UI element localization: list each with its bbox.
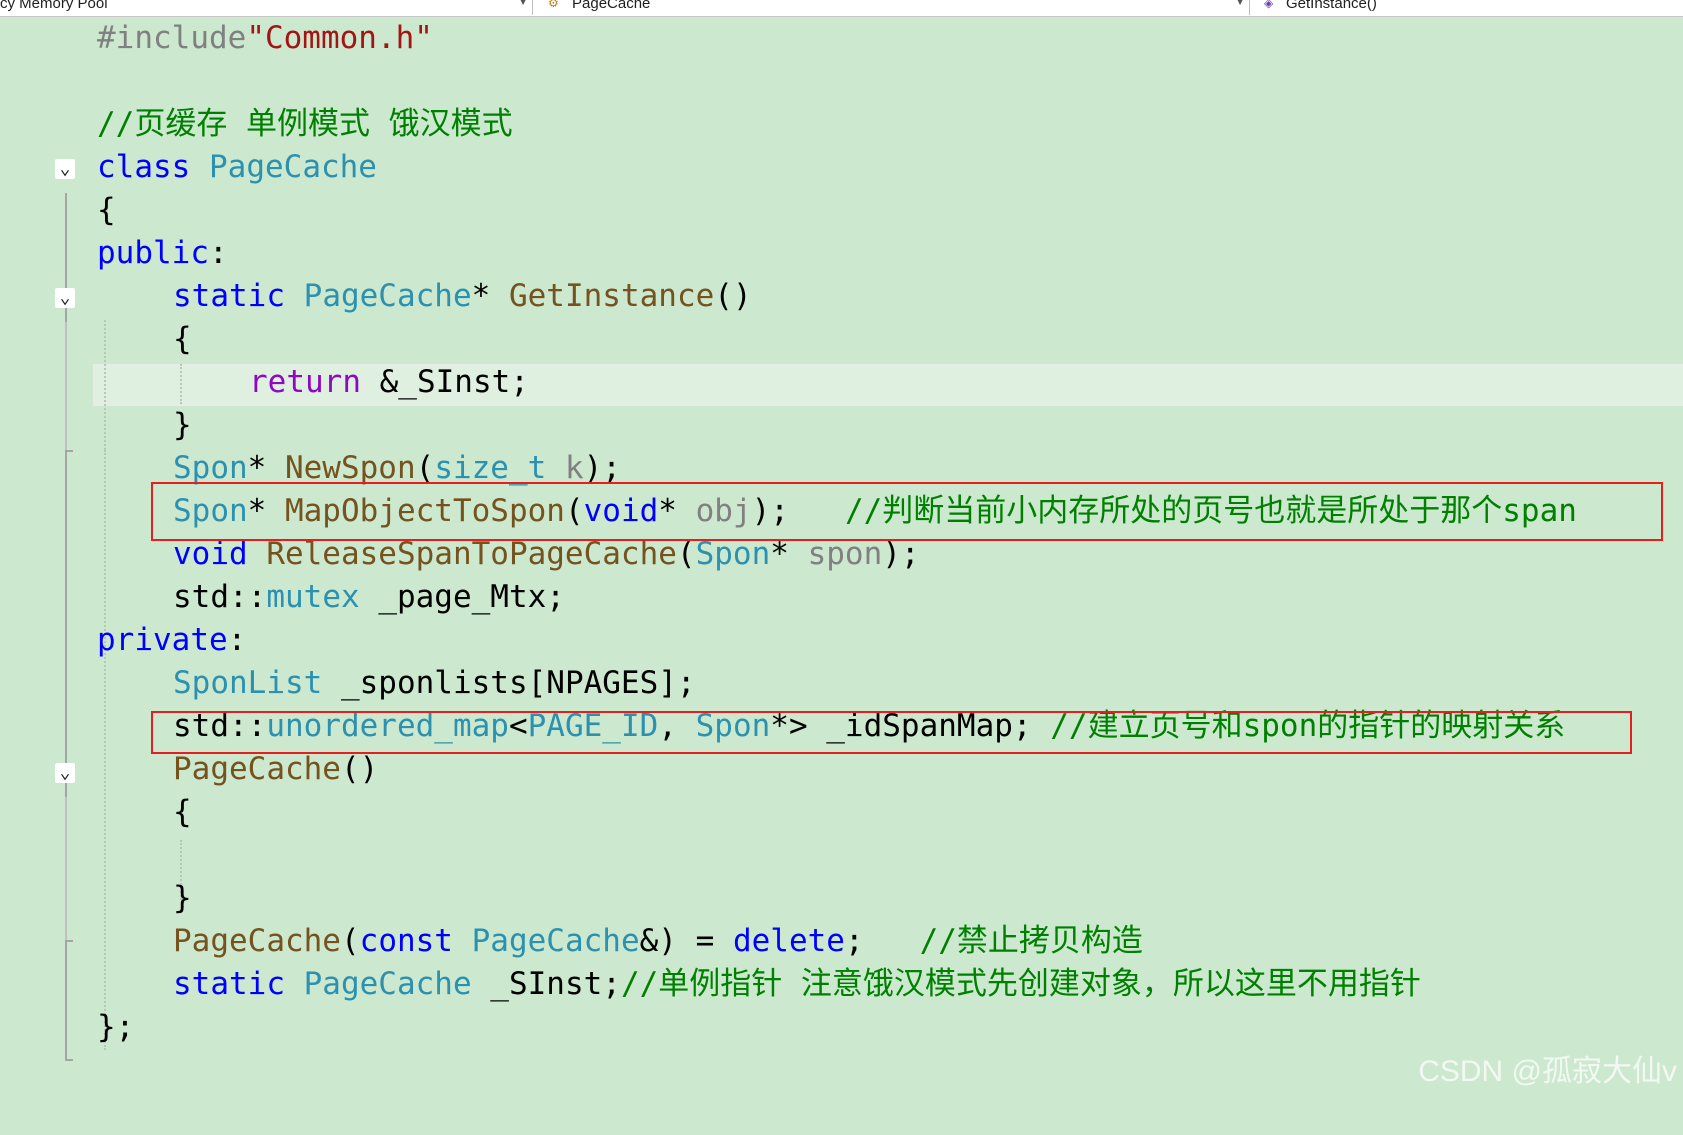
punct-token: { <box>173 794 192 830</box>
punct-token: } <box>173 880 192 916</box>
code-line: public: <box>0 232 1683 275</box>
punct-token: () <box>714 278 752 314</box>
code-token: _page_Mtx; <box>359 579 565 615</box>
punct-token: () <box>340 751 379 787</box>
project-dropdown-label: cy Memory Pool <box>0 0 108 12</box>
type-token: mutex <box>266 579 360 615</box>
punct-token: : <box>208 235 228 271</box>
punct-token: ; <box>844 923 920 959</box>
type-token: PageCache <box>209 149 377 185</box>
comment-token: //禁止拷贝构造 <box>919 923 1143 959</box>
keyword-token: public <box>97 235 209 271</box>
class-icon: ⚙ <box>548 0 559 10</box>
namespace-token: std:: <box>173 579 267 615</box>
keyword-token: static <box>173 966 285 1002</box>
watermark: CSDN @孤寂大仙v <box>1418 1055 1677 1088</box>
param-token: k <box>546 450 584 486</box>
method-icon: ◈ <box>1264 0 1274 10</box>
type-token: SponList <box>173 665 323 701</box>
code-line: std::mutex _page_Mtx; <box>0 576 1683 619</box>
code-line: //页缓存 单例模式 饿汉模式 <box>0 103 1683 146</box>
punct-token: * <box>770 536 808 572</box>
keyword-token: const <box>359 923 453 959</box>
code-editor[interactable]: ⌄ ⌄ ⌄ #include"Common.h" //页缓存 单例模式 饿汉模式… <box>0 17 1683 1104</box>
punct-token: : <box>227 622 247 658</box>
code-line: PageCache() <box>0 748 1683 791</box>
code-line: } <box>0 404 1683 447</box>
function-token: PageCache <box>173 751 341 787</box>
keyword-token: private <box>97 622 228 658</box>
navigation-bar: cy Memory Pool ▼ ⚙ PageCache ▼ ◈ GetInst… <box>0 0 1683 17</box>
punct-token: ); <box>882 536 920 572</box>
punct-token: { <box>97 192 116 228</box>
punct-token: * <box>247 450 285 486</box>
preprocessor-token: #include <box>97 20 247 56</box>
code-line: } <box>0 877 1683 920</box>
function-token: ReleaseSpanToPageCache <box>247 536 677 572</box>
member-dropdown-label: GetInstance() <box>1286 0 1377 12</box>
type-token: size_t <box>434 450 547 486</box>
code-line: private: <box>0 619 1683 662</box>
code-token: _SInst; <box>471 966 621 1002</box>
punct-token: { <box>173 321 192 357</box>
chevron-down-icon: ▼ <box>518 0 528 8</box>
code-line: #include"Common.h" <box>0 17 1683 60</box>
member-dropdown[interactable]: ◈ GetInstance() <box>1262 0 1683 15</box>
code-token: _sponlists[NPAGES]; <box>322 665 696 701</box>
code-line: class PageCache <box>0 146 1683 189</box>
type-token: Spon <box>173 450 248 486</box>
type-token: PageCache <box>284 966 472 1002</box>
comment-token: //页缓存 单例模式 饿汉模式 <box>97 106 513 142</box>
project-dropdown[interactable]: cy Memory Pool ▼ <box>0 0 533 15</box>
code-line-current: return &_SInst; <box>0 361 1683 404</box>
code-token: &_SInst; <box>360 364 529 400</box>
function-token: GetInstance <box>508 278 715 314</box>
control-keyword-token: return <box>249 364 361 400</box>
code-line: }; <box>0 1006 1683 1049</box>
keyword-token: void <box>173 536 248 572</box>
code-line: static PageCache* GetInstance() <box>0 275 1683 318</box>
type-token: PageCache <box>452 923 640 959</box>
code-line: PageCache(const PageCache&) = delete; //… <box>0 920 1683 963</box>
class-dropdown[interactable]: ⚙ PageCache ▼ <box>544 0 1250 15</box>
type-token: PageCache <box>303 278 472 314</box>
string-token: "Common.h" <box>246 20 433 56</box>
punct-token: * <box>471 278 509 314</box>
punct-token: ( <box>676 536 696 572</box>
class-dropdown-label: PageCache <box>572 0 651 12</box>
comment-token: //单例指针 注意饿汉模式先创建对象，所以这里不用指针 <box>620 966 1421 1002</box>
type-token: Spon <box>695 536 771 572</box>
punct-token: } <box>173 407 192 443</box>
punct-token: ( <box>340 923 360 959</box>
punct-token: ( <box>415 450 435 486</box>
keyword-token: class <box>97 149 191 185</box>
highlight-box-mapobject <box>151 482 1663 541</box>
punct-token: &) = <box>639 923 733 959</box>
function-token: NewSpon <box>284 450 416 486</box>
highlight-box-idspanmap <box>151 711 1632 754</box>
punct-token: ); <box>583 450 621 486</box>
code-line: { <box>0 189 1683 232</box>
code-line: { <box>0 791 1683 834</box>
function-token: PageCache <box>173 923 341 959</box>
param-token: spon <box>807 536 883 572</box>
keyword-token: static <box>173 278 285 314</box>
code-line: { <box>0 318 1683 361</box>
keyword-token: delete <box>732 923 845 959</box>
code-line: static PageCache _SInst;//单例指针 注意饿汉模式先创建… <box>0 963 1683 1006</box>
chevron-down-icon: ▼ <box>1235 0 1245 8</box>
code-line: SponList _sponlists[NPAGES]; <box>0 662 1683 705</box>
punct-token: }; <box>97 1009 135 1045</box>
